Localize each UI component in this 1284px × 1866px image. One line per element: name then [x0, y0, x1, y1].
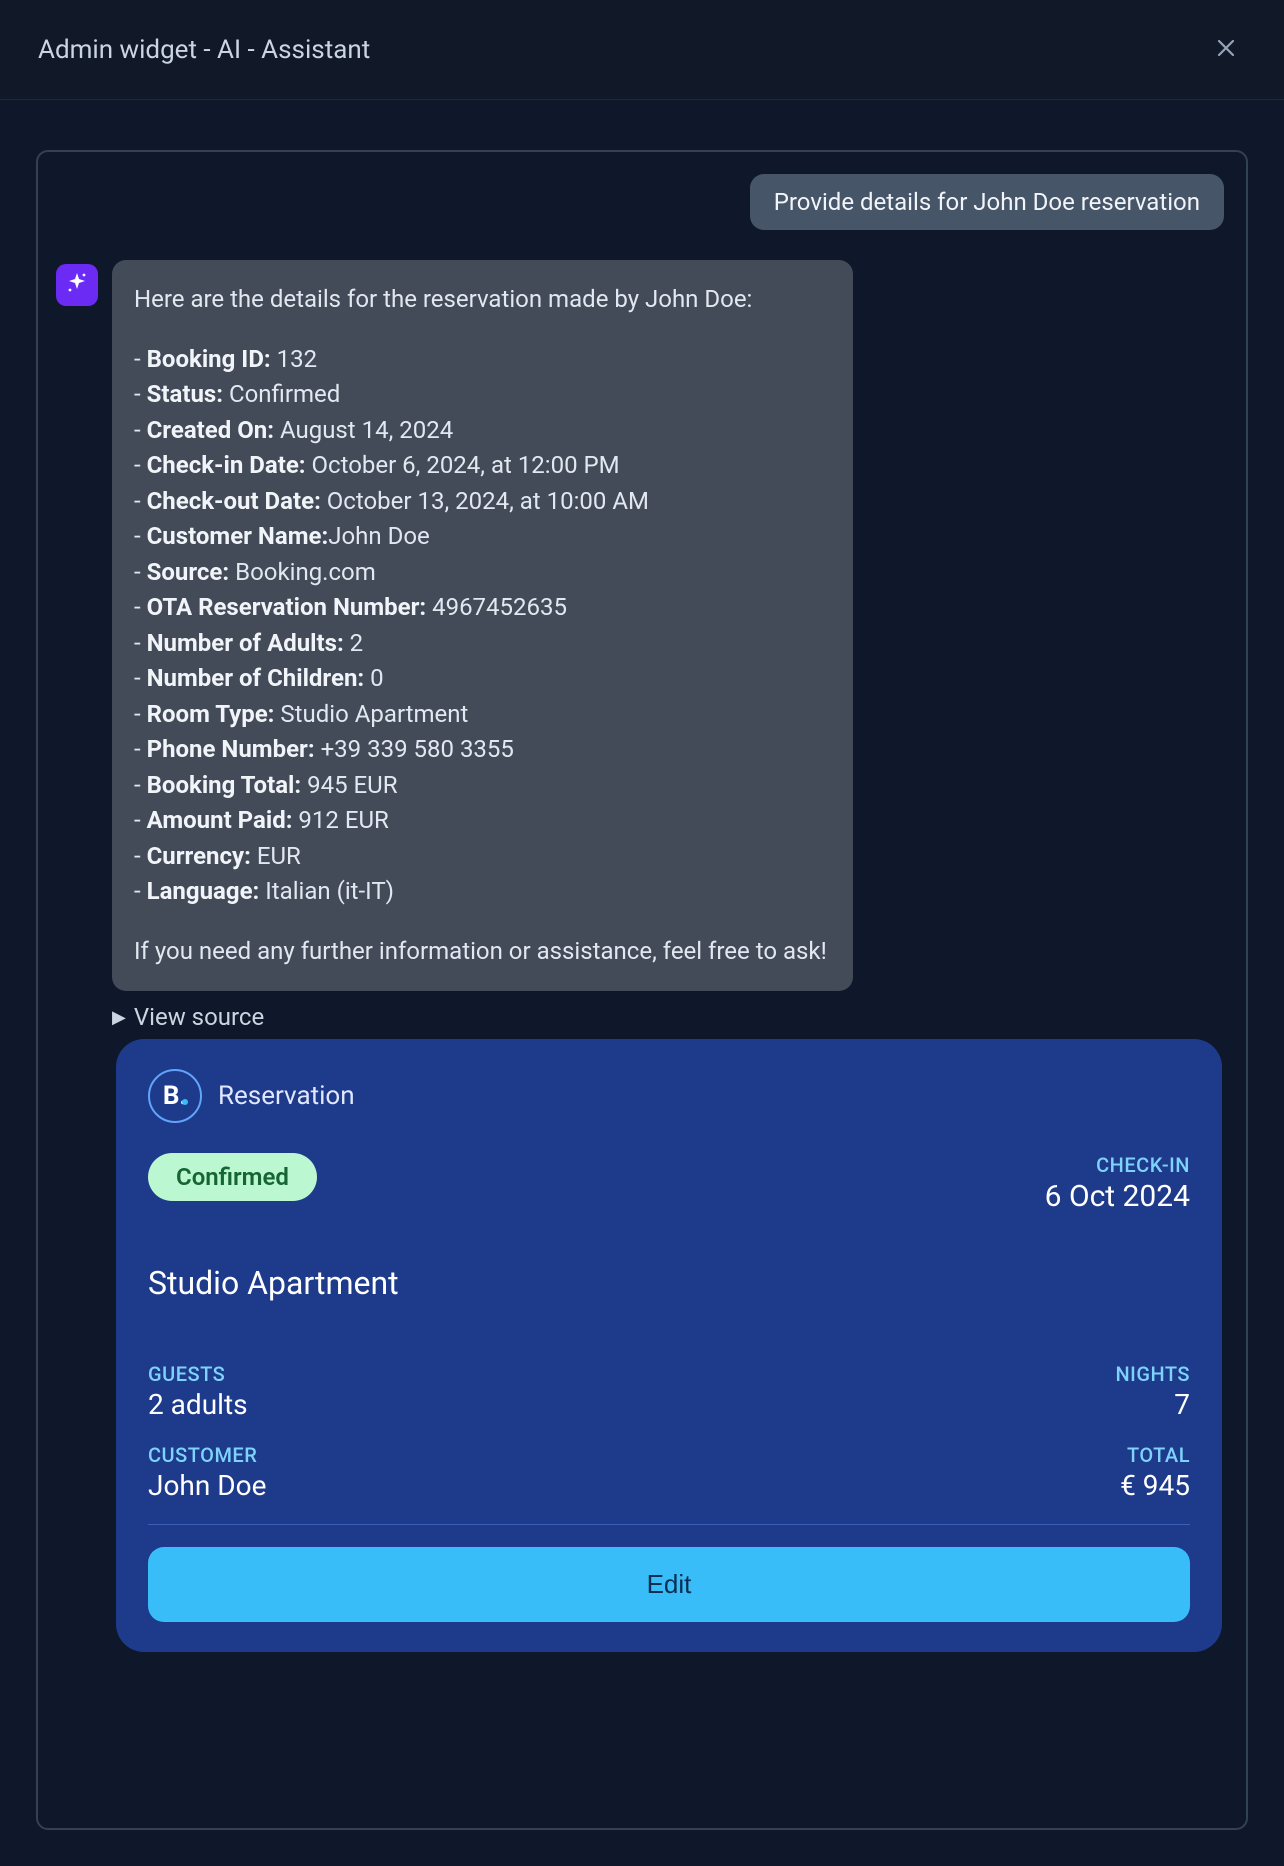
checkin-label: CHECK-IN — [1045, 1153, 1190, 1177]
detail-line: - Language: Italian (it-IT) — [134, 874, 827, 910]
detail-value: 912 EUR — [292, 806, 388, 834]
detail-value: John Doe — [328, 522, 430, 550]
total-value: € 945 — [1120, 1469, 1190, 1502]
detail-label: Created On: — [147, 416, 274, 444]
detail-line: - Room Type: Studio Apartment — [134, 697, 827, 733]
sparkle-icon — [65, 271, 89, 299]
detail-line: - Amount Paid: 912 EUR — [134, 803, 827, 839]
detail-value: October 6, 2024, at 12:00 PM — [306, 451, 620, 479]
detail-value: 4967452635 — [426, 593, 567, 621]
reservation-card: B. Reservation Confirmed CHECK-IN 6 Oct … — [116, 1039, 1222, 1652]
detail-line: - Created On: August 14, 2024 — [134, 413, 827, 449]
detail-label: Check-out Date: — [147, 487, 321, 515]
detail-label: Phone Number: — [147, 735, 315, 763]
detail-label: Check-in Date: — [147, 451, 306, 479]
detail-value: Studio Apartment — [274, 700, 468, 728]
detail-label: Booking ID: — [147, 345, 271, 373]
detail-label: Number of Children: — [147, 664, 365, 692]
detail-label: Language: — [147, 877, 260, 905]
detail-label: Source: — [147, 558, 230, 586]
reservation-card-title: Reservation — [218, 1081, 355, 1111]
detail-line: - Number of Children: 0 — [134, 661, 827, 697]
detail-line: - Check-in Date: October 6, 2024, at 12:… — [134, 448, 827, 484]
detail-line: - Booking Total: 945 EUR — [134, 768, 827, 804]
close-button[interactable] — [1206, 30, 1246, 70]
detail-line: - Check-out Date: October 13, 2024, at 1… — [134, 484, 827, 520]
room-type-value: Studio Apartment — [148, 1264, 1190, 1302]
assistant-intro-text: Here are the details for the reservation… — [134, 282, 827, 318]
card-divider — [148, 1524, 1190, 1525]
detail-line: - Status: Confirmed — [134, 377, 827, 413]
detail-label: Currency: — [147, 842, 251, 870]
detail-label: Status: — [147, 380, 223, 408]
nights-value: 7 — [1115, 1388, 1190, 1421]
detail-line: - Source: Booking.com — [134, 555, 827, 591]
close-icon — [1214, 36, 1238, 64]
detail-line: - OTA Reservation Number: 4967452635 — [134, 590, 827, 626]
guests-value: 2 adults — [148, 1388, 248, 1421]
edit-button[interactable]: Edit — [148, 1547, 1190, 1622]
detail-value: Booking.com — [229, 558, 376, 586]
detail-line: - Customer Name:John Doe — [134, 519, 827, 555]
customer-label: CUSTOMER — [148, 1443, 266, 1467]
detail-value: 0 — [364, 664, 383, 692]
detail-line: - Phone Number: +39 339 580 3355 — [134, 732, 827, 768]
detail-value: +39 339 580 3355 — [315, 735, 514, 763]
detail-value: 132 — [271, 345, 317, 373]
booking-logo-letter: B. — [163, 1081, 187, 1111]
guests-label: GUESTS — [148, 1362, 248, 1386]
detail-label: Customer Name: — [147, 522, 329, 550]
nights-label: NIGHTS — [1115, 1362, 1190, 1386]
detail-value: Italian (it-IT) — [259, 877, 394, 905]
assistant-outro-text: If you need any further information or a… — [134, 934, 827, 970]
detail-value: Confirmed — [223, 380, 340, 408]
detail-value: 945 EUR — [301, 771, 397, 799]
checkin-value: 6 Oct 2024 — [1045, 1179, 1190, 1214]
view-source-label: View source — [134, 1003, 264, 1031]
detail-line: - Number of Adults: 2 — [134, 626, 827, 662]
assistant-message-bubble: Here are the details for the reservation… — [112, 260, 853, 991]
detail-value: EUR — [251, 842, 301, 870]
status-badge: Confirmed — [148, 1153, 317, 1201]
detail-label: Room Type: — [147, 700, 275, 728]
customer-value: John Doe — [148, 1469, 266, 1502]
booking-source-logo: B. — [148, 1069, 202, 1123]
user-message-bubble: Provide details for John Doe reservation — [750, 174, 1224, 230]
disclosure-triangle-icon: ▶ — [112, 1007, 126, 1028]
total-label: TOTAL — [1120, 1443, 1190, 1467]
detail-line: - Currency: EUR — [134, 839, 827, 875]
detail-value: 2 — [344, 629, 363, 657]
assistant-avatar — [56, 264, 98, 306]
view-source-toggle[interactable]: ▶ View source — [112, 1003, 1228, 1031]
detail-label: OTA Reservation Number: — [147, 593, 427, 621]
page-title: Admin widget - AI - Assistant — [38, 35, 370, 65]
detail-value: August 14, 2024 — [274, 416, 453, 444]
detail-label: Amount Paid: — [147, 806, 293, 834]
detail-label: Number of Adults: — [147, 629, 344, 657]
detail-line: - Booking ID: 132 — [134, 342, 827, 378]
detail-label: Booking Total: — [147, 771, 302, 799]
detail-value: October 13, 2024, at 10:00 AM — [321, 487, 649, 515]
